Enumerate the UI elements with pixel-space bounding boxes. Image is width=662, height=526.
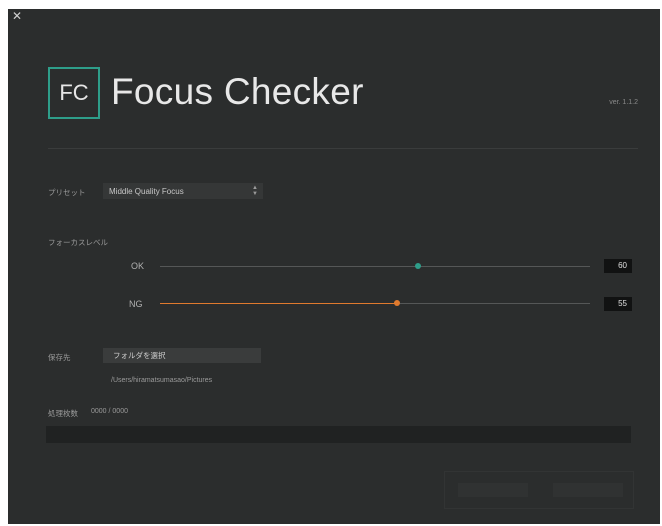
ng-slider-fill bbox=[160, 303, 397, 304]
ng-value[interactable]: 55 bbox=[604, 297, 632, 311]
save-path: /Users/hiramatsumasao/Pictures bbox=[111, 377, 213, 384]
ng-label: NG bbox=[129, 299, 143, 309]
app-title: Focus Checker bbox=[111, 71, 364, 112]
app-logo: FC bbox=[48, 67, 100, 119]
ok-value[interactable]: 60 bbox=[604, 259, 632, 273]
header-divider bbox=[48, 148, 638, 149]
close-icon[interactable]: ✕ bbox=[12, 10, 24, 22]
ok-slider-thumb[interactable] bbox=[415, 263, 421, 269]
processing-label: 処理枚数 bbox=[48, 409, 78, 418]
app-window: ✕ FC Focus Checker ver. 1.1.2 プリセット Midd… bbox=[8, 9, 660, 524]
processing-count: 0000 / 0000 bbox=[91, 408, 128, 415]
cancel-button[interactable] bbox=[553, 483, 623, 497]
select-arrows-icon: ▲ ▼ bbox=[252, 185, 258, 197]
progress-bar bbox=[46, 426, 631, 443]
ng-slider-thumb[interactable] bbox=[393, 300, 400, 306]
ng-slider[interactable] bbox=[160, 300, 590, 306]
version-label: ver. 1.1.2 bbox=[609, 99, 638, 106]
preset-select[interactable]: Middle Quality Focus ▲ ▼ bbox=[103, 183, 263, 199]
ok-label: OK bbox=[131, 261, 145, 271]
focus-level-label: フォーカスレベル bbox=[48, 238, 108, 247]
preset-selected-value: Middle Quality Focus bbox=[109, 186, 184, 196]
start-button[interactable] bbox=[458, 483, 528, 497]
preset-label: プリセット bbox=[48, 188, 86, 197]
select-folder-button[interactable]: フォルダを選択 bbox=[103, 348, 261, 363]
save-label: 保存先 bbox=[48, 353, 71, 362]
ok-slider[interactable] bbox=[160, 263, 590, 269]
logo-text: FC bbox=[59, 80, 89, 105]
